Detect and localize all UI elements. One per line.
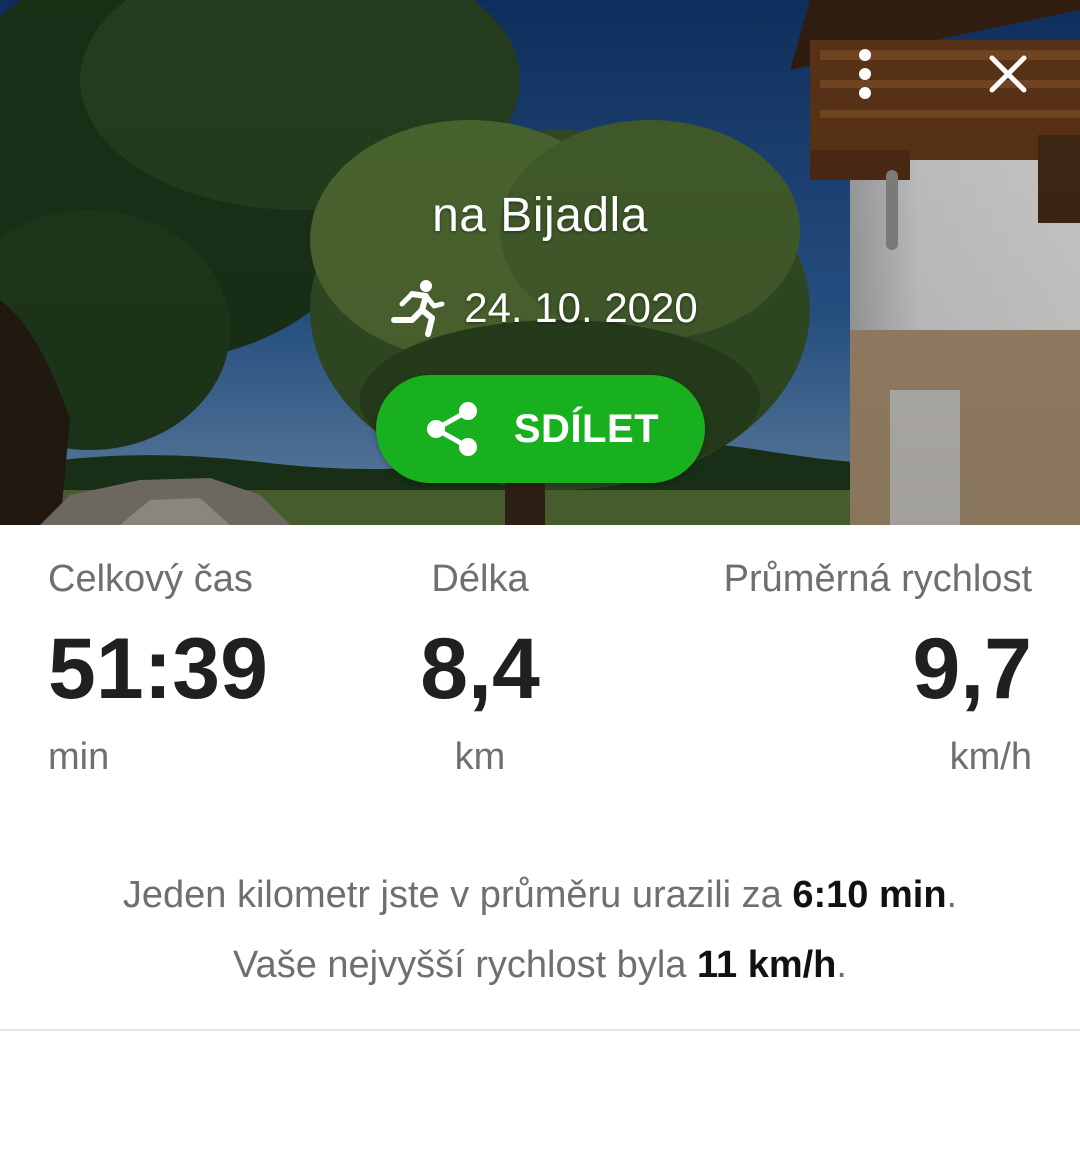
more-vert-icon	[859, 49, 871, 99]
activity-summary: Jeden kilometr jste v průměru urazili za…	[0, 860, 1080, 1000]
close-icon	[989, 55, 1027, 93]
stat-value: 8,4	[420, 621, 540, 717]
stat-value: 9,7	[912, 621, 1032, 717]
stat-label: Celkový čas	[48, 558, 253, 600]
stat-average-speed: Průměrná rychlost 9,7 km/h	[724, 555, 1032, 781]
pace-suffix: .	[946, 874, 958, 916]
activity-detail-screen: na Bijadla 24. 10. 2020 SDÍLET Celkový č…	[0, 0, 1080, 1159]
share-icon	[426, 402, 477, 456]
max-speed-sentence: Vaše nejvyšší rychlost byla 11 km/h.	[0, 930, 1080, 1000]
close-button[interactable]	[980, 46, 1036, 102]
stat-label: Délka	[431, 558, 529, 600]
pace-value: 6:10 min	[792, 874, 947, 916]
activity-date: 24. 10. 2020	[464, 284, 698, 331]
more-options-button[interactable]	[838, 44, 892, 104]
max-speed-value: 11 km/h	[696, 944, 837, 986]
stat-unit: min	[48, 736, 110, 778]
share-button[interactable]: SDÍLET	[376, 375, 705, 483]
hero-header: na Bijadla 24. 10. 2020 SDÍLET	[0, 0, 1080, 525]
section-divider	[0, 1029, 1080, 1031]
pace-sentence: Jeden kilometr jste v průměru urazili za…	[0, 860, 1080, 930]
stat-unit: km	[454, 736, 506, 778]
running-person-icon	[391, 280, 445, 337]
stat-label: Průměrná rychlost	[723, 558, 1032, 600]
stat-unit: km/h	[949, 736, 1032, 778]
stat-total-time: Celkový čas 51:39 min	[48, 555, 268, 781]
stat-length: Délka 8,4 km	[380, 555, 580, 781]
max-speed-prefix: Vaše nejvyšší rychlost byla	[233, 944, 697, 986]
stat-value: 51:39	[48, 621, 268, 717]
activity-meta: 24. 10. 2020	[0, 276, 1080, 340]
activity-title: na Bijadla	[432, 189, 648, 242]
max-speed-suffix: .	[836, 944, 847, 986]
share-button-label: SDÍLET	[513, 406, 660, 451]
pace-prefix: Jeden kilometr jste v průměru urazili za	[122, 874, 793, 916]
